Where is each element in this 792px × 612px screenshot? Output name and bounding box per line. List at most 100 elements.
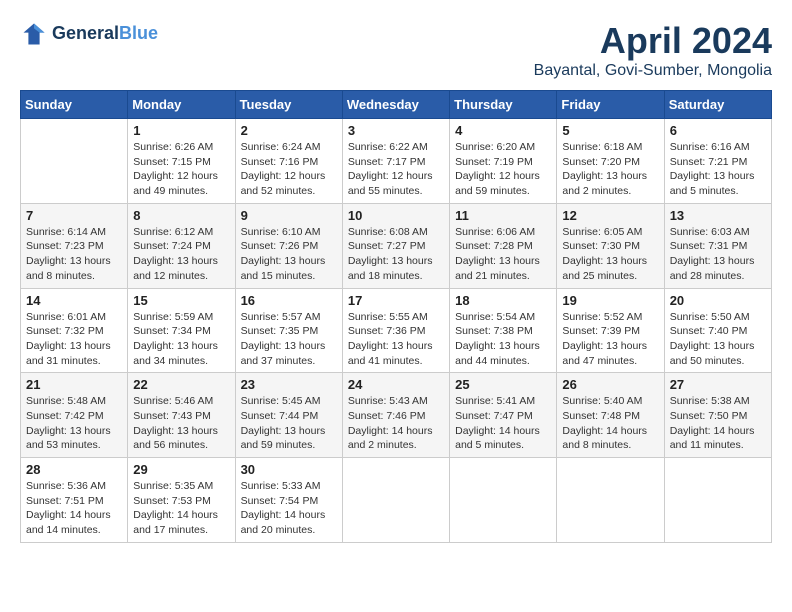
weekday-header-sunday: Sunday bbox=[21, 91, 128, 119]
calendar-cell: 1 Sunrise: 6:26 AM Sunset: 7:15 PM Daylig… bbox=[128, 119, 235, 204]
calendar-cell: 20 Sunrise: 5:50 AM Sunset: 7:40 PM Dayli… bbox=[664, 288, 771, 373]
calendar-cell: 4 Sunrise: 6:20 AM Sunset: 7:19 PM Daylig… bbox=[450, 119, 557, 204]
day-info: Sunrise: 5:57 AM Sunset: 7:35 PM Dayligh… bbox=[241, 310, 337, 369]
day-info: Sunrise: 6:08 AM Sunset: 7:27 PM Dayligh… bbox=[348, 225, 444, 284]
calendar-cell: 18 Sunrise: 5:54 AM Sunset: 7:38 PM Dayli… bbox=[450, 288, 557, 373]
calendar-cell: 10 Sunrise: 6:08 AM Sunset: 7:27 PM Dayli… bbox=[342, 203, 449, 288]
calendar-cell bbox=[21, 119, 128, 204]
calendar-cell: 2 Sunrise: 6:24 AM Sunset: 7:16 PM Daylig… bbox=[235, 119, 342, 204]
day-info: Sunrise: 5:52 AM Sunset: 7:39 PM Dayligh… bbox=[562, 310, 658, 369]
day-number: 5 bbox=[562, 123, 658, 138]
day-number: 4 bbox=[455, 123, 551, 138]
day-number: 2 bbox=[241, 123, 337, 138]
calendar-cell bbox=[557, 458, 664, 543]
day-info: Sunrise: 5:46 AM Sunset: 7:43 PM Dayligh… bbox=[133, 394, 229, 453]
week-row-1: 1 Sunrise: 6:26 AM Sunset: 7:15 PM Daylig… bbox=[21, 119, 772, 204]
calendar-cell: 11 Sunrise: 6:06 AM Sunset: 7:28 PM Dayli… bbox=[450, 203, 557, 288]
day-info: Sunrise: 5:36 AM Sunset: 7:51 PM Dayligh… bbox=[26, 479, 122, 538]
day-info: Sunrise: 5:55 AM Sunset: 7:36 PM Dayligh… bbox=[348, 310, 444, 369]
day-number: 12 bbox=[562, 208, 658, 223]
calendar-cell: 23Sunrise: 5:45 AM Sunset: 7:44 PM Dayli… bbox=[235, 373, 342, 458]
day-number: 14 bbox=[26, 293, 122, 308]
week-row-4: 21Sunrise: 5:48 AM Sunset: 7:42 PM Dayli… bbox=[21, 373, 772, 458]
day-info: Sunrise: 6:20 AM Sunset: 7:19 PM Dayligh… bbox=[455, 140, 551, 199]
calendar-cell bbox=[450, 458, 557, 543]
calendar-cell: 12Sunrise: 6:05 AM Sunset: 7:30 PM Dayli… bbox=[557, 203, 664, 288]
day-number: 11 bbox=[455, 208, 551, 223]
day-info: Sunrise: 6:18 AM Sunset: 7:20 PM Dayligh… bbox=[562, 140, 658, 199]
calendar-cell: 22 Sunrise: 5:46 AM Sunset: 7:43 PM Dayli… bbox=[128, 373, 235, 458]
title-area: April 2024 Bayantal, Govi-Sumber, Mongol… bbox=[534, 20, 772, 80]
day-number: 25 bbox=[455, 377, 551, 392]
day-number: 1 bbox=[133, 123, 229, 138]
weekday-header-saturday: Saturday bbox=[664, 91, 771, 119]
day-info: Sunrise: 5:50 AM Sunset: 7:40 PM Dayligh… bbox=[670, 310, 766, 369]
calendar-cell: 27Sunrise: 5:38 AM Sunset: 7:50 PM Dayli… bbox=[664, 373, 771, 458]
calendar-cell: 26 Sunrise: 5:40 AM Sunset: 7:48 PM Dayli… bbox=[557, 373, 664, 458]
day-number: 24 bbox=[348, 377, 444, 392]
day-info: Sunrise: 5:43 AM Sunset: 7:46 PM Dayligh… bbox=[348, 394, 444, 453]
calendar: SundayMondayTuesdayWednesdayThursdayFrid… bbox=[20, 90, 772, 543]
day-number: 17 bbox=[348, 293, 444, 308]
day-info: Sunrise: 5:54 AM Sunset: 7:38 PM Dayligh… bbox=[455, 310, 551, 369]
day-number: 3 bbox=[348, 123, 444, 138]
calendar-cell: 14 Sunrise: 6:01 AM Sunset: 7:32 PM Dayli… bbox=[21, 288, 128, 373]
week-row-5: 28 Sunrise: 5:36 AM Sunset: 7:51 PM Dayli… bbox=[21, 458, 772, 543]
calendar-cell: 13Sunrise: 6:03 AM Sunset: 7:31 PM Dayli… bbox=[664, 203, 771, 288]
day-number: 18 bbox=[455, 293, 551, 308]
calendar-cell: 17 Sunrise: 5:55 AM Sunset: 7:36 PM Dayli… bbox=[342, 288, 449, 373]
day-info: Sunrise: 6:03 AM Sunset: 7:31 PM Dayligh… bbox=[670, 225, 766, 284]
day-info: Sunrise: 6:10 AM Sunset: 7:26 PM Dayligh… bbox=[241, 225, 337, 284]
weekday-header-row: SundayMondayTuesdayWednesdayThursdayFrid… bbox=[21, 91, 772, 119]
calendar-cell: 9Sunrise: 6:10 AM Sunset: 7:26 PM Daylig… bbox=[235, 203, 342, 288]
calendar-cell: 28 Sunrise: 5:36 AM Sunset: 7:51 PM Dayli… bbox=[21, 458, 128, 543]
day-number: 22 bbox=[133, 377, 229, 392]
day-number: 30 bbox=[241, 462, 337, 477]
calendar-cell: 29Sunrise: 5:35 AM Sunset: 7:53 PM Dayli… bbox=[128, 458, 235, 543]
day-number: 26 bbox=[562, 377, 658, 392]
day-info: Sunrise: 5:41 AM Sunset: 7:47 PM Dayligh… bbox=[455, 394, 551, 453]
header: GeneralBlue April 2024 Bayantal, Govi-Su… bbox=[20, 20, 772, 80]
day-info: Sunrise: 6:24 AM Sunset: 7:16 PM Dayligh… bbox=[241, 140, 337, 199]
day-info: Sunrise: 6:01 AM Sunset: 7:32 PM Dayligh… bbox=[26, 310, 122, 369]
calendar-cell: 21Sunrise: 5:48 AM Sunset: 7:42 PM Dayli… bbox=[21, 373, 128, 458]
day-number: 27 bbox=[670, 377, 766, 392]
logo-text: GeneralBlue bbox=[52, 24, 158, 44]
calendar-cell: 25 Sunrise: 5:41 AM Sunset: 7:47 PM Dayli… bbox=[450, 373, 557, 458]
calendar-cell bbox=[342, 458, 449, 543]
day-info: Sunrise: 5:45 AM Sunset: 7:44 PM Dayligh… bbox=[241, 394, 337, 453]
day-info: Sunrise: 5:59 AM Sunset: 7:34 PM Dayligh… bbox=[133, 310, 229, 369]
day-number: 21 bbox=[26, 377, 122, 392]
day-info: Sunrise: 6:22 AM Sunset: 7:17 PM Dayligh… bbox=[348, 140, 444, 199]
calendar-cell: 30Sunrise: 5:33 AM Sunset: 7:54 PM Dayli… bbox=[235, 458, 342, 543]
calendar-cell: 5 Sunrise: 6:18 AM Sunset: 7:20 PM Daylig… bbox=[557, 119, 664, 204]
weekday-header-friday: Friday bbox=[557, 91, 664, 119]
day-info: Sunrise: 6:14 AM Sunset: 7:23 PM Dayligh… bbox=[26, 225, 122, 284]
calendar-cell: 8Sunrise: 6:12 AM Sunset: 7:24 PM Daylig… bbox=[128, 203, 235, 288]
calendar-cell: 19 Sunrise: 5:52 AM Sunset: 7:39 PM Dayli… bbox=[557, 288, 664, 373]
subtitle: Bayantal, Govi-Sumber, Mongolia bbox=[534, 62, 772, 80]
calendar-cell: 16 Sunrise: 5:57 AM Sunset: 7:35 PM Dayli… bbox=[235, 288, 342, 373]
calendar-cell: 3 Sunrise: 6:22 AM Sunset: 7:17 PM Daylig… bbox=[342, 119, 449, 204]
day-info: Sunrise: 6:06 AM Sunset: 7:28 PM Dayligh… bbox=[455, 225, 551, 284]
day-number: 15 bbox=[133, 293, 229, 308]
day-number: 6 bbox=[670, 123, 766, 138]
day-number: 29 bbox=[133, 462, 229, 477]
day-info: Sunrise: 6:16 AM Sunset: 7:21 PM Dayligh… bbox=[670, 140, 766, 199]
calendar-cell: 24 Sunrise: 5:43 AM Sunset: 7:46 PM Dayli… bbox=[342, 373, 449, 458]
day-info: Sunrise: 6:26 AM Sunset: 7:15 PM Dayligh… bbox=[133, 140, 229, 199]
day-number: 16 bbox=[241, 293, 337, 308]
day-number: 19 bbox=[562, 293, 658, 308]
weekday-header-monday: Monday bbox=[128, 91, 235, 119]
week-row-2: 7 Sunrise: 6:14 AM Sunset: 7:23 PM Daylig… bbox=[21, 203, 772, 288]
weekday-header-tuesday: Tuesday bbox=[235, 91, 342, 119]
day-number: 7 bbox=[26, 208, 122, 223]
day-number: 20 bbox=[670, 293, 766, 308]
logo-icon bbox=[20, 20, 48, 48]
main-title: April 2024 bbox=[534, 20, 772, 62]
calendar-cell: 15 Sunrise: 5:59 AM Sunset: 7:34 PM Dayli… bbox=[128, 288, 235, 373]
day-info: Sunrise: 5:40 AM Sunset: 7:48 PM Dayligh… bbox=[562, 394, 658, 453]
day-number: 28 bbox=[26, 462, 122, 477]
day-number: 10 bbox=[348, 208, 444, 223]
day-info: Sunrise: 6:12 AM Sunset: 7:24 PM Dayligh… bbox=[133, 225, 229, 284]
